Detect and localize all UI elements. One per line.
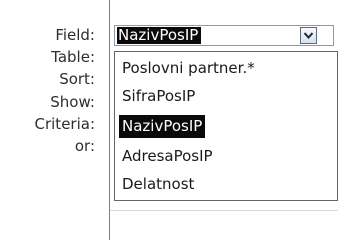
field-combobox-value[interactable]: NazivPosIP [117,27,202,44]
chevron-down-icon [304,32,313,39]
dropdown-option-selected[interactable]: NazivPosIP [119,115,206,138]
dropdown-option[interactable]: SifraPosIP [119,85,198,108]
field-combobox-dropdown-button[interactable] [300,27,317,44]
dropdown-option[interactable]: Poslovni partner.* [119,57,258,80]
grid-row-labels: Field: Table: Sort: Show: Criteria: or: [0,24,96,157]
dropdown-option[interactable]: AdresaPosIP [119,145,216,168]
field-combobox[interactable]: NazivPosIP [114,25,334,46]
or-row-label: or: [74,136,95,155]
show-row-label: Show: [50,92,95,111]
field-row-label: Field: [55,26,95,44]
grid-row-divider [110,210,338,211]
table-row-label: Table: [51,48,95,67]
criteria-row-label: Criteria: [34,114,96,133]
dropdown-option[interactable]: Delatnost [119,173,197,196]
field-dropdown-list[interactable]: Poslovni partner.* SifraPosIP NazivPosIP… [114,51,338,201]
sort-row-label: Sort: [59,70,95,89]
